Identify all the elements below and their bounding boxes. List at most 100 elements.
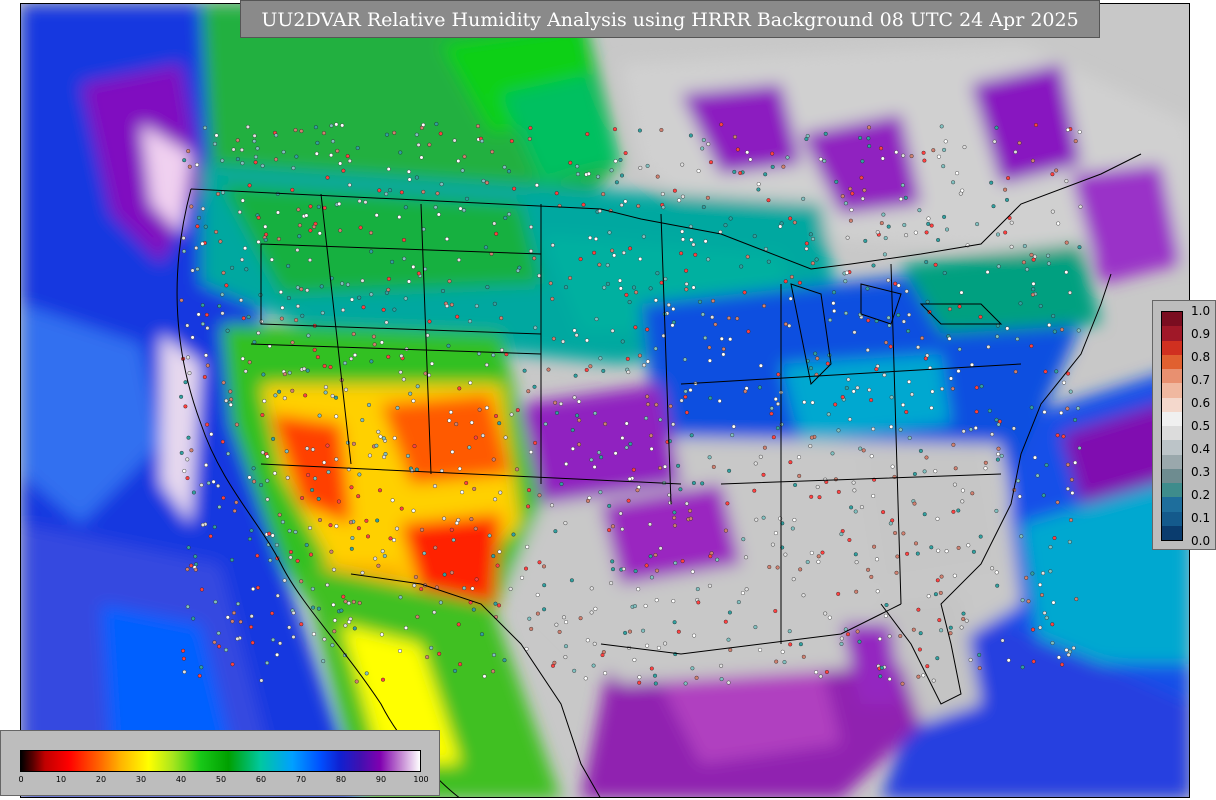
observation-point [871, 427, 876, 432]
observation-point [191, 490, 196, 495]
observation-point [434, 121, 439, 126]
observation-point [956, 369, 961, 374]
observation-point [844, 386, 849, 391]
observation-point [929, 223, 934, 228]
observation-point [754, 517, 759, 522]
rh-tick-label: 40 [175, 775, 187, 784]
observation-point [529, 249, 534, 254]
observation-point [583, 676, 588, 681]
observation-point [797, 455, 802, 460]
observation-point [1056, 221, 1061, 226]
observation-point [435, 191, 440, 196]
observation-point [278, 290, 283, 295]
observation-point [745, 150, 750, 155]
observation-point [1018, 301, 1023, 306]
observation-point [312, 347, 317, 352]
observation-point [529, 224, 534, 229]
observation-point [922, 158, 927, 163]
observation-point [341, 168, 346, 173]
observation-point [869, 398, 874, 403]
observation-point [260, 450, 265, 455]
observation-point [449, 302, 454, 307]
observation-point [425, 655, 430, 660]
observation-point [442, 516, 447, 521]
observation-point [585, 338, 590, 343]
observation-point [692, 633, 697, 638]
observation-point [211, 479, 216, 484]
observation-point [1035, 473, 1040, 478]
observation-point [416, 271, 421, 276]
observation-point [951, 509, 956, 514]
observation-point [527, 616, 532, 621]
observation-point [1073, 139, 1078, 144]
observation-point [875, 557, 880, 562]
observation-point [457, 466, 462, 471]
observation-point [325, 583, 330, 588]
observation-point [263, 224, 268, 229]
observation-point [589, 586, 594, 591]
observation-point [1013, 149, 1018, 154]
observation-point [715, 557, 720, 562]
observation-point [537, 560, 542, 565]
observation-point [789, 274, 794, 279]
observation-point [454, 521, 459, 526]
observation-point [485, 180, 490, 185]
increment-colorbar: 1.0 0.9 0.8 0.7 0.6 0.5 0.4 0.3 0.2 0.1 0.0 [1152, 300, 1216, 550]
observation-point [481, 433, 486, 438]
observation-point [778, 224, 783, 229]
observation-point [351, 332, 356, 337]
observation-point [187, 164, 192, 169]
observation-point [277, 389, 282, 394]
observation-point [275, 191, 280, 196]
observation-point [975, 222, 980, 227]
observation-point [849, 505, 854, 510]
observation-point [247, 475, 252, 480]
observation-point [689, 237, 694, 242]
observation-point [524, 566, 529, 571]
observation-point [635, 488, 640, 493]
observation-point [949, 376, 954, 381]
observation-point [574, 333, 579, 338]
observation-point [912, 472, 917, 477]
observation-point [195, 224, 200, 229]
observation-point [225, 615, 230, 620]
observation-point [853, 552, 858, 557]
observation-point [1050, 622, 1055, 627]
observation-point [1052, 329, 1057, 334]
observation-point [203, 224, 208, 229]
observation-point [460, 168, 465, 173]
observation-point [308, 526, 313, 531]
observation-point [827, 615, 832, 620]
observation-point [882, 252, 887, 257]
observation-point [546, 367, 551, 372]
observation-point [491, 669, 496, 674]
observation-point [769, 411, 774, 416]
observation-point [619, 203, 624, 208]
observation-point [564, 644, 569, 649]
observation-point [719, 663, 724, 668]
observation-point [995, 457, 1000, 462]
observation-point [878, 674, 883, 679]
observation-point [230, 265, 235, 270]
observation-point [572, 668, 577, 673]
rh-analysis-map[interactable] [20, 3, 1190, 798]
observation-point [491, 353, 496, 358]
observation-point [411, 508, 416, 513]
observation-point [688, 388, 693, 393]
observation-point [773, 397, 778, 402]
observation-point [586, 171, 591, 176]
observation-point [441, 289, 446, 294]
observation-point [995, 583, 1000, 588]
observation-point [357, 472, 362, 477]
observation-point [613, 451, 618, 456]
observation-point [230, 662, 235, 667]
observation-point [871, 263, 876, 268]
observation-point [275, 593, 280, 598]
observation-point [390, 259, 395, 264]
observation-point [951, 442, 956, 447]
observation-point [311, 632, 316, 637]
observation-point [1073, 460, 1078, 465]
observation-point [382, 554, 387, 559]
observation-point [197, 673, 202, 678]
observation-point [447, 418, 452, 423]
